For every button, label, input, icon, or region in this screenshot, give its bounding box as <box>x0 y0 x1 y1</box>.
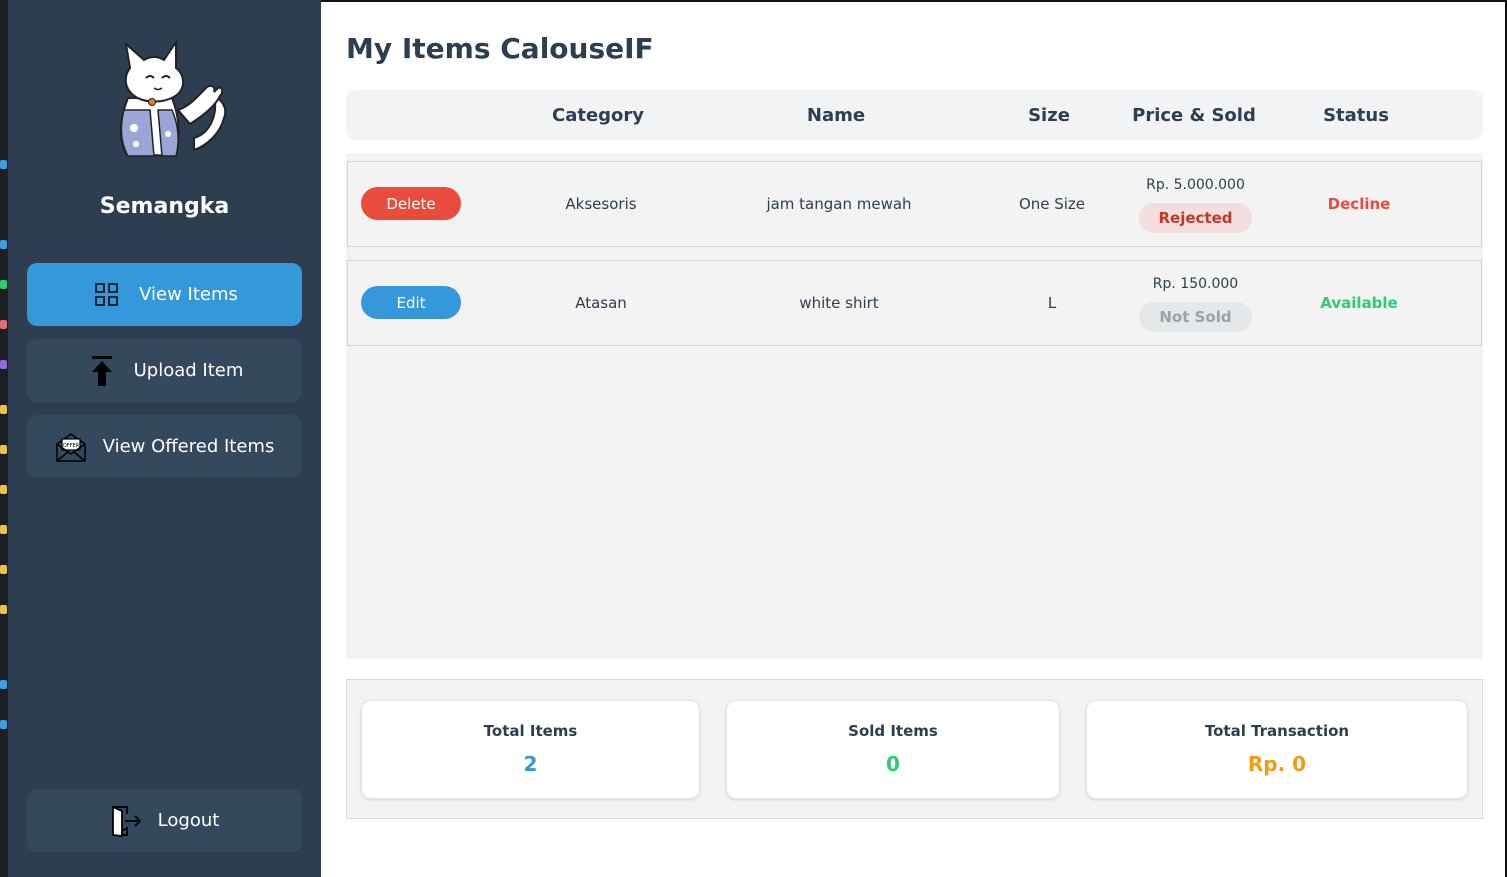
sold-items-value: 0 <box>886 752 900 776</box>
total-items-card: Total Items 2 <box>361 700 700 799</box>
column-header-size: Size <box>1028 104 1070 126</box>
total-transaction-value: Rp. 0 <box>1247 752 1307 776</box>
table-row: Edit Atasan white shirt L Rp. 150.000 No… <box>347 260 1482 346</box>
column-header-category: Category <box>551 104 645 126</box>
total-items-value: 2 <box>523 752 538 776</box>
price-sold-cell: Rp. 5.000.000 Rejected <box>1133 162 1258 246</box>
column-header-price-sold: Price & Sold <box>1132 104 1256 126</box>
delete-button[interactable]: Delete <box>361 187 461 220</box>
logout-button[interactable]: Logout <box>27 789 302 852</box>
name-cell: white shirt <box>799 294 879 312</box>
category-cell: Atasan <box>575 294 627 312</box>
table-row: Delete Aksesoris jam tangan mewah One Si… <box>347 161 1482 247</box>
page-title: My Items CalouseIF <box>346 32 654 65</box>
upload-item-label: Upload Item <box>133 360 244 381</box>
window-border-top <box>321 0 1507 2</box>
summary-panel: Total Items 2 Sold Items 0 Total Transac… <box>346 679 1483 819</box>
column-header-name: Name <box>806 104 866 126</box>
status-cell: Decline <box>1327 195 1391 213</box>
upload-icon <box>86 355 118 387</box>
sold-status-badge: Not Sold <box>1139 302 1252 332</box>
table-header: Category Name Size Price & Sold Status <box>346 90 1483 140</box>
price-sold-cell: Rp. 150.000 Not Sold <box>1133 261 1258 345</box>
view-offered-items-button[interactable]: OFFER View Offered Items <box>27 415 302 478</box>
background-window-edge <box>0 0 8 877</box>
view-items-label: View Items <box>139 284 238 305</box>
offer-mail-icon: OFFER <box>55 431 87 463</box>
sold-status-badge: Rejected <box>1139 203 1252 233</box>
sold-items-card: Sold Items 0 <box>726 700 1060 799</box>
items-list: Delete Aksesoris jam tangan mewah One Si… <box>346 153 1483 659</box>
size-cell: One Size <box>1018 195 1086 213</box>
total-transaction-label: Total Transaction <box>1204 722 1350 740</box>
price-text: Rp. 5.000.000 <box>1146 177 1245 193</box>
total-items-label: Total Items <box>483 722 578 740</box>
sidebar: Semangka View Items Upload Item OFFER Vi… <box>8 0 321 877</box>
avatar <box>120 38 227 158</box>
size-cell: L <box>1047 294 1057 312</box>
view-items-button[interactable]: View Items <box>27 263 302 326</box>
logout-label: Logout <box>157 810 220 831</box>
status-cell: Available <box>1320 294 1398 312</box>
column-header-status: Status <box>1323 104 1389 126</box>
svg-text:OFFER: OFFER <box>62 443 79 449</box>
price-text: Rp. 150.000 <box>1152 276 1239 292</box>
logout-icon <box>110 805 142 837</box>
sold-items-label: Sold Items <box>848 722 938 740</box>
upload-item-button[interactable]: Upload Item <box>27 339 302 402</box>
category-cell: Aksesoris <box>565 195 637 213</box>
total-transaction-card: Total Transaction Rp. 0 <box>1086 700 1468 799</box>
username: Semangka <box>99 194 230 219</box>
grid-icon <box>91 279 123 311</box>
name-cell: jam tangan mewah <box>766 195 912 213</box>
view-offered-items-label: View Offered Items <box>102 436 275 457</box>
edit-button[interactable]: Edit <box>361 286 461 319</box>
